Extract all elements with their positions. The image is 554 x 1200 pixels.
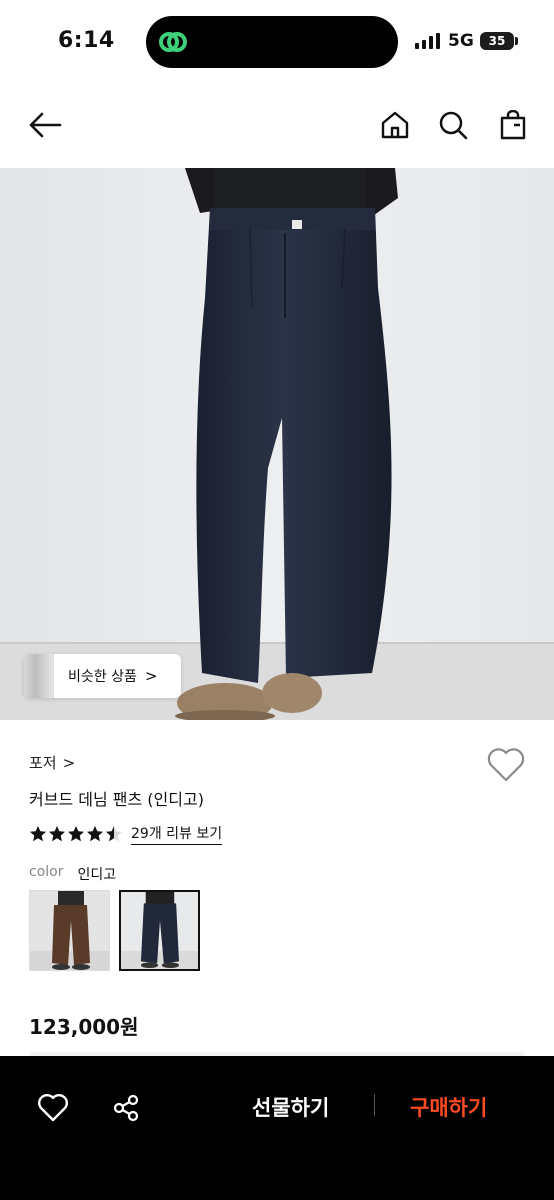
star-icon	[68, 826, 84, 842]
heart-icon[interactable]	[33, 1088, 73, 1128]
app-logo-icon	[159, 32, 187, 52]
color-row: color 인디고	[29, 864, 116, 884]
product-price: 123,000원	[29, 1015, 139, 1039]
home-icon[interactable]	[375, 105, 415, 145]
dynamic-island	[146, 16, 398, 68]
battery-tip	[515, 37, 518, 45]
wishlist-heart-icon[interactable]	[486, 746, 526, 784]
status-bar: 6:14 5G 35	[0, 0, 554, 84]
similar-products-label: 비슷한 상품	[68, 669, 137, 685]
button-separator	[374, 1094, 375, 1116]
buy-button[interactable]: 구매하기	[410, 1092, 487, 1122]
color-swatch-brown[interactable]	[29, 890, 110, 971]
bottom-action-bar: 선물하기 구매하기	[0, 1056, 554, 1200]
color-value: 인디고	[77, 867, 117, 883]
brand-link[interactable]: 포저 >	[29, 752, 75, 773]
rating-stars	[29, 825, 123, 843]
product-photo	[0, 168, 554, 720]
color-label: color	[29, 864, 64, 880]
signal-icon	[415, 33, 440, 49]
status-time: 6:14	[58, 28, 115, 53]
star-icon	[87, 826, 103, 842]
product-title: 커브드 데님 팬츠 (인디고)	[29, 790, 204, 809]
swatch-indigo-image	[121, 892, 198, 969]
color-swatch-indigo[interactable]	[119, 890, 200, 971]
star-icon	[30, 826, 46, 842]
star-icon	[49, 826, 65, 842]
chevron-right-icon: >	[62, 753, 76, 772]
chevron-right-icon: >	[144, 667, 158, 685]
network-label: 5G	[448, 31, 474, 51]
star-icon	[106, 826, 122, 842]
gift-button[interactable]: 선물하기	[252, 1092, 329, 1122]
review-link[interactable]: 29개 리뷰 보기	[131, 823, 223, 845]
similar-products-thumbnail	[24, 654, 54, 698]
brand-name: 포저	[29, 754, 57, 772]
top-nav	[0, 95, 554, 155]
shopping-bag-icon[interactable]	[493, 105, 533, 145]
share-icon[interactable]	[106, 1088, 146, 1128]
swatch-brown-image	[30, 891, 109, 970]
search-icon[interactable]	[433, 105, 473, 145]
back-arrow-icon[interactable]	[25, 105, 65, 145]
product-image[interactable]	[0, 168, 554, 720]
battery-icon: 35	[480, 32, 514, 50]
similar-products-button[interactable]: 비슷한 상품 >	[24, 654, 181, 698]
rating-row: 29개 리뷰 보기	[29, 823, 223, 845]
